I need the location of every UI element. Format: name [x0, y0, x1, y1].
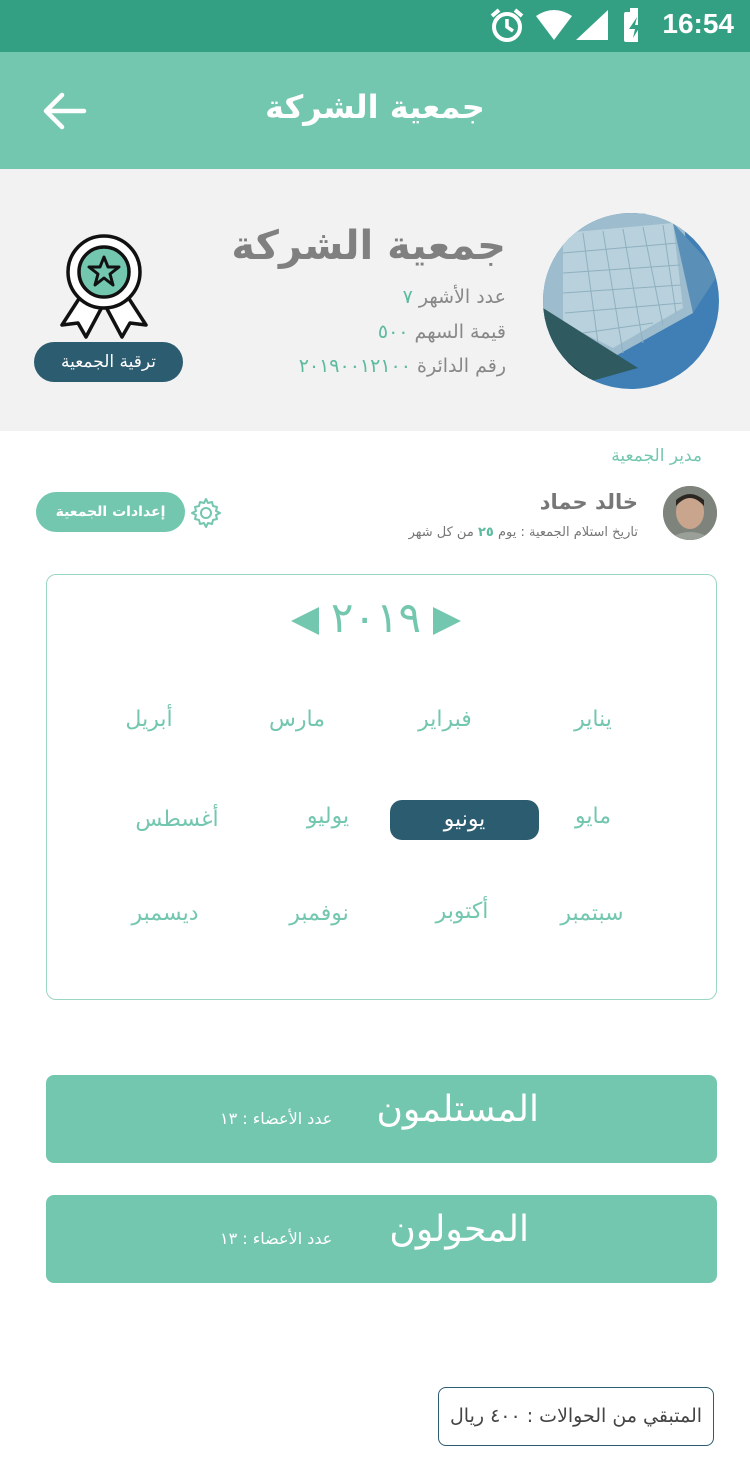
alarm-icon	[490, 8, 524, 42]
receivers-title: المستلمون	[376, 1089, 539, 1130]
share-value: قيمة السهم ٥٠٠	[377, 321, 506, 343]
month-april[interactable]: أبريل	[74, 699, 224, 741]
association-image	[543, 213, 719, 389]
manager-name: خالد حماد	[539, 490, 638, 514]
month-january[interactable]: يناير	[518, 699, 668, 741]
previous-year-button[interactable]	[289, 605, 321, 637]
association-header: جمعية الشركة عدد الأشهر ٧ قيمة السهم ٥٠٠…	[0, 169, 750, 431]
next-year-button[interactable]	[431, 605, 463, 637]
manager-section-label: مدير الجمعية	[611, 446, 702, 466]
months-count: عدد الأشهر ٧	[402, 286, 506, 308]
month-july[interactable]: يوليو	[253, 796, 403, 838]
remaining-transfers: المتبقي من الحوالات : ٤٠٠ ريال	[438, 1387, 714, 1446]
status-bar: 16:54	[0, 0, 750, 52]
month-september[interactable]: سبتمبر	[517, 893, 667, 935]
status-icons	[488, 8, 646, 48]
month-november[interactable]: نوفمبر	[244, 893, 394, 935]
battery-charging-icon	[624, 8, 646, 42]
month-may[interactable]: مايو	[518, 796, 668, 838]
award-icon	[56, 229, 152, 339]
receivers-button[interactable]: المستلمون عدد الأعضاء : ١٣	[46, 1075, 717, 1163]
status-time: 16:54	[662, 8, 734, 39]
month-august[interactable]: أغسطس	[102, 799, 252, 841]
association-name: جمعية الشركة	[231, 223, 506, 269]
transferrers-count: عدد الأعضاء : ١٣	[220, 1229, 333, 1248]
page-title: جمعية الشركة	[265, 88, 485, 126]
month-calendar: ٢٠١٩ يناير فبراير مارس أبريل مايو يونيو …	[46, 574, 717, 1000]
circle-number: رقم الدائرة ٢٠١٩٠٠١٢١٠٠	[298, 355, 506, 377]
receivers-count: عدد الأعضاء : ١٣	[220, 1109, 333, 1128]
month-march[interactable]: مارس	[222, 699, 372, 741]
triangle-left-icon	[291, 607, 319, 635]
year-label: ٢٠١٩	[330, 593, 422, 642]
gear-icon[interactable]	[190, 497, 222, 529]
month-october[interactable]: أكتوبر	[387, 891, 537, 933]
month-february[interactable]: فبراير	[370, 699, 520, 741]
association-settings-button[interactable]: إعدادات الجمعية	[36, 492, 185, 532]
manager-avatar[interactable]	[663, 486, 717, 540]
receipt-date: تاريخ استلام الجمعية : يوم ٢٥ من كل شهر	[408, 525, 638, 540]
wifi-icon	[536, 10, 572, 40]
upgrade-association-button[interactable]: ترقية الجمعية	[34, 342, 183, 382]
signal-icon	[576, 10, 608, 40]
transferrers-title: المحولون	[389, 1209, 529, 1250]
month-june[interactable]: يونيو	[390, 800, 539, 840]
triangle-right-icon	[433, 607, 461, 635]
month-december[interactable]: ديسمبر	[90, 893, 240, 935]
app-bar: جمعية الشركة	[0, 52, 750, 169]
transferrers-button[interactable]: المحولون عدد الأعضاء : ١٣	[46, 1195, 717, 1283]
